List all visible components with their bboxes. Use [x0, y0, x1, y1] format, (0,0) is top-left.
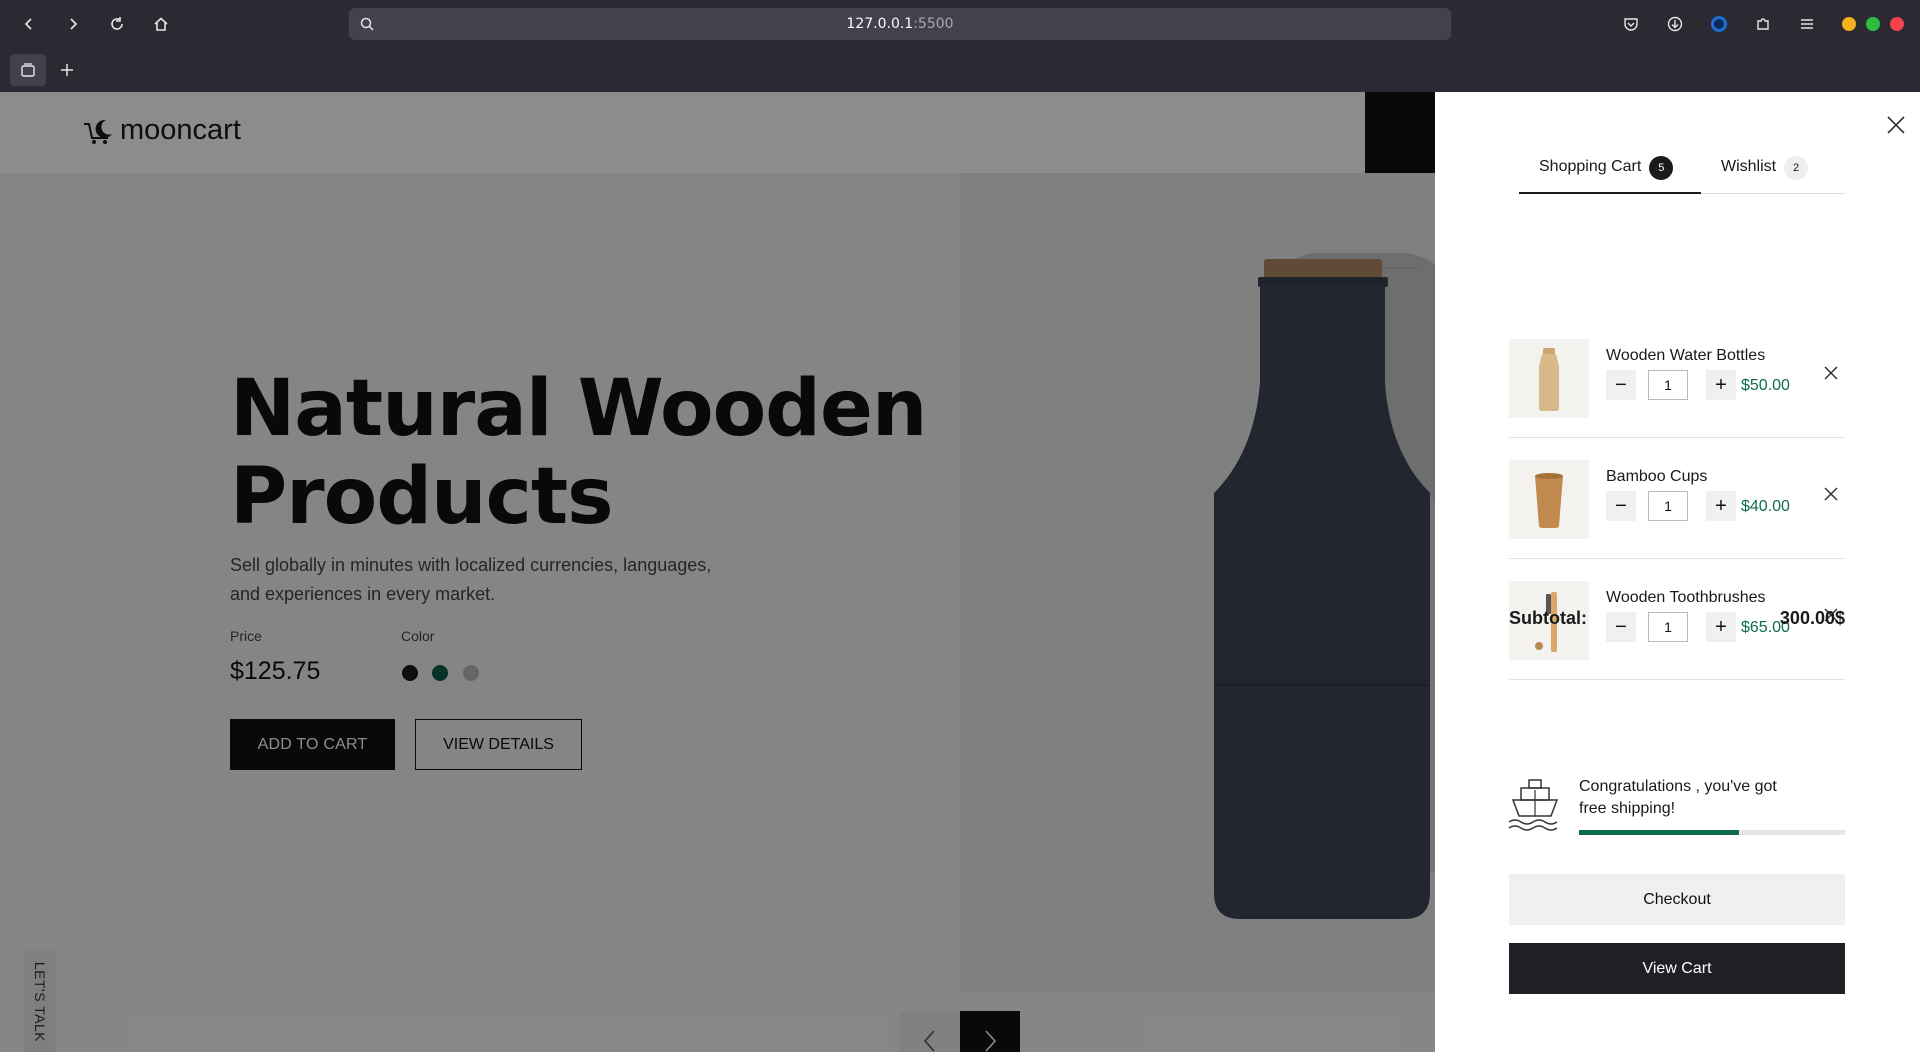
bamboo-cup-image	[1535, 472, 1563, 528]
price-label: Price	[230, 628, 262, 644]
item-price: $50.00	[1741, 377, 1790, 394]
wishlist-count-badge: 2	[1784, 156, 1809, 180]
remove-item-button[interactable]	[1820, 483, 1842, 505]
minus-icon: −	[1615, 494, 1627, 517]
maximize-window-button[interactable]	[1866, 17, 1880, 31]
new-tab-icon[interactable]	[55, 58, 79, 82]
tab-strip	[0, 48, 1920, 92]
hero-price: $125.75	[230, 657, 321, 685]
close-window-button[interactable]	[1890, 17, 1904, 31]
cart-drawer: Shopping Cart 5 Wishlist 2 Wooden Water …	[1435, 92, 1920, 1052]
moon-cart-icon	[84, 119, 112, 144]
item-name[interactable]: Wooden Toothbrushes	[1606, 589, 1766, 607]
forward-icon[interactable]	[61, 12, 85, 36]
quantity-decrease-button[interactable]: −	[1606, 370, 1636, 400]
download-icon[interactable]	[1663, 12, 1687, 36]
slider-next-button[interactable]	[960, 1011, 1020, 1052]
shipping-progress-bar	[1579, 830, 1845, 835]
view-cart-button[interactable]: View Cart	[1509, 943, 1845, 994]
page: mooncart Natural Wooden Products Sell gl…	[0, 92, 1920, 1052]
minimize-window-button[interactable]	[1842, 17, 1856, 31]
shipping-progress-fill	[1579, 830, 1739, 835]
url-bar[interactable]: 127.0.0.1:5500	[349, 8, 1451, 40]
product-thumbnail[interactable]	[1509, 460, 1589, 539]
close-icon	[1887, 116, 1905, 134]
close-icon	[1824, 487, 1838, 501]
item-name[interactable]: Wooden Water Bottles	[1606, 347, 1765, 365]
site-header: mooncart	[0, 92, 1435, 173]
browser-chrome: 127.0.0.1:5500	[0, 0, 1920, 92]
plus-icon: +	[1715, 494, 1727, 517]
hero-slider: Natural Wooden Products Sell globally in…	[0, 173, 1460, 1052]
free-shipping-message: Congratulations , you've got free shippi…	[1579, 778, 1777, 817]
remove-item-button[interactable]	[1820, 362, 1842, 384]
lets-talk-tab[interactable]: LET'S TALK	[24, 951, 56, 1052]
hero-description: Sell globally in minutes with localized …	[230, 551, 750, 609]
add-to-cart-button[interactable]: ADD TO CART	[230, 719, 395, 770]
cart-item: Wooden Water Bottles − + $50.00	[1509, 317, 1845, 438]
plus-icon: +	[1715, 373, 1727, 396]
view-details-button[interactable]: VIEW DETAILS	[415, 719, 582, 770]
lets-talk-label: LET'S TALK	[32, 961, 48, 1043]
quantity-decrease-button[interactable]: −	[1606, 491, 1636, 521]
extensions-icon[interactable]	[1751, 12, 1775, 36]
subtotal-label: Subtotal:	[1509, 608, 1587, 628]
minus-icon: −	[1615, 373, 1627, 396]
cart-count-badge: 5	[1649, 156, 1674, 180]
hero-description-line-1: Sell globally in minutes with localized …	[230, 555, 712, 575]
subtotal-row: Subtotal: 300.00$	[1509, 608, 1845, 629]
chevron-right-icon	[985, 1030, 997, 1052]
header-cart-block[interactable]	[1365, 92, 1435, 173]
url-text: 127.0.0.1:5500	[846, 16, 954, 32]
color-swatch-green[interactable]	[432, 665, 448, 681]
ship-icon	[1508, 779, 1559, 831]
hero-title-line-1: Natural Wooden	[230, 364, 927, 454]
search-icon	[359, 16, 375, 37]
color-swatch-black[interactable]	[402, 665, 418, 681]
hero-title-line-2: Products	[230, 452, 614, 542]
grinder-bottles-image	[1214, 253, 1460, 919]
reload-icon[interactable]	[105, 12, 129, 36]
slider-prev-button[interactable]	[900, 1011, 960, 1052]
subtotal-value: 300.00$	[1779, 608, 1845, 628]
quantity-input[interactable]	[1648, 491, 1688, 521]
cart-item: Bamboo Cups − + $40.00	[1509, 438, 1845, 559]
cart-tabs: Shopping Cart 5 Wishlist 2	[1519, 156, 1845, 194]
tab-wishlist[interactable]: Wishlist 2	[1721, 156, 1831, 194]
item-price: $40.00	[1741, 498, 1790, 515]
tab-wishlist-label: Wishlist	[1721, 158, 1777, 175]
menu-icon[interactable]	[1795, 12, 1819, 36]
color-swatch-gray[interactable]	[463, 665, 479, 681]
hero-title: Natural Wooden Products	[230, 365, 970, 541]
close-icon	[1824, 366, 1838, 380]
browser-toolbar: 127.0.0.1:5500	[0, 0, 1920, 48]
tab-shopping-cart[interactable]: Shopping Cart 5	[1519, 156, 1701, 194]
product-thumbnail[interactable]	[1509, 339, 1589, 418]
quantity-increase-button[interactable]: +	[1706, 370, 1736, 400]
close-drawer-button[interactable]	[1883, 112, 1909, 138]
pocket-icon[interactable]	[1619, 12, 1643, 36]
color-label: Color	[401, 628, 435, 644]
water-bottle-image	[1539, 347, 1559, 411]
quantity-input[interactable]	[1648, 370, 1688, 400]
tab-overview-icon[interactable]	[10, 54, 46, 86]
chevron-left-icon	[923, 1030, 935, 1052]
checkout-button[interactable]: Checkout	[1509, 874, 1845, 925]
hero-description-line-2: and experiences in every market.	[230, 584, 496, 604]
hero-image	[960, 173, 1460, 992]
logo-text: mooncart	[120, 114, 241, 146]
item-name[interactable]: Bamboo Cups	[1606, 468, 1707, 486]
home-icon[interactable]	[149, 12, 173, 36]
tab-shopping-cart-label: Shopping Cart	[1539, 158, 1642, 175]
quantity-increase-button[interactable]: +	[1706, 491, 1736, 521]
account-icon[interactable]	[1707, 12, 1731, 36]
back-icon[interactable]	[17, 12, 41, 36]
logo[interactable]: mooncart	[82, 114, 241, 147]
